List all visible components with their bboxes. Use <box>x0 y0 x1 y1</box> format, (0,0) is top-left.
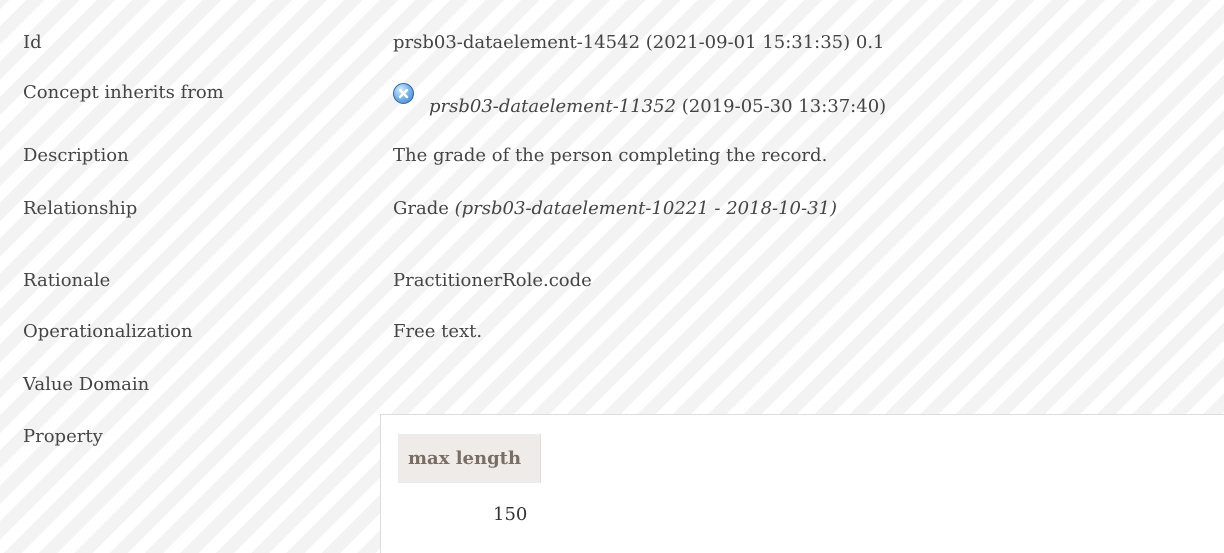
max-length-header: max length <box>398 434 541 483</box>
page: { "rows": { "id": { "label": "Id", "valu… <box>0 0 1224 553</box>
inherit-icon[interactable] <box>393 83 414 104</box>
inherits-label: Concept inherits from <box>23 82 224 103</box>
property-label: Property <box>23 426 103 447</box>
property-panel: max length 150 <box>380 414 1224 553</box>
operationalization-value: Free text. <box>393 321 483 342</box>
operationalization-label: Operationalization <box>23 321 193 342</box>
inherits-text: prsb03-dataelement-11352 (2019-05-30 13:… <box>429 96 886 117</box>
id-label: Id <box>23 32 42 53</box>
max-length-value: 150 <box>493 504 528 525</box>
id-value: prsb03-dataelement-14542 (2021-09-01 15:… <box>393 32 885 53</box>
relationship-label: Relationship <box>23 198 138 219</box>
rationale-value: PractitionerRole.code <box>393 270 592 291</box>
relationship-value: Grade (prsb03-dataelement-10221 - 2018-1… <box>393 198 837 219</box>
value-domain-label: Value Domain <box>23 374 150 395</box>
relationship-name: Grade <box>393 198 449 219</box>
description-label: Description <box>23 145 129 166</box>
description-value: The grade of the person completing the r… <box>393 145 828 166</box>
rationale-label: Rationale <box>23 270 111 291</box>
relationship-ref: (prsb03-dataelement-10221 - 2018-10-31) <box>454 198 838 219</box>
inherits-ref-id[interactable]: prsb03-dataelement-11352 <box>429 96 676 117</box>
inherits-ref-date: (2019-05-30 13:37:40) <box>681 96 887 117</box>
